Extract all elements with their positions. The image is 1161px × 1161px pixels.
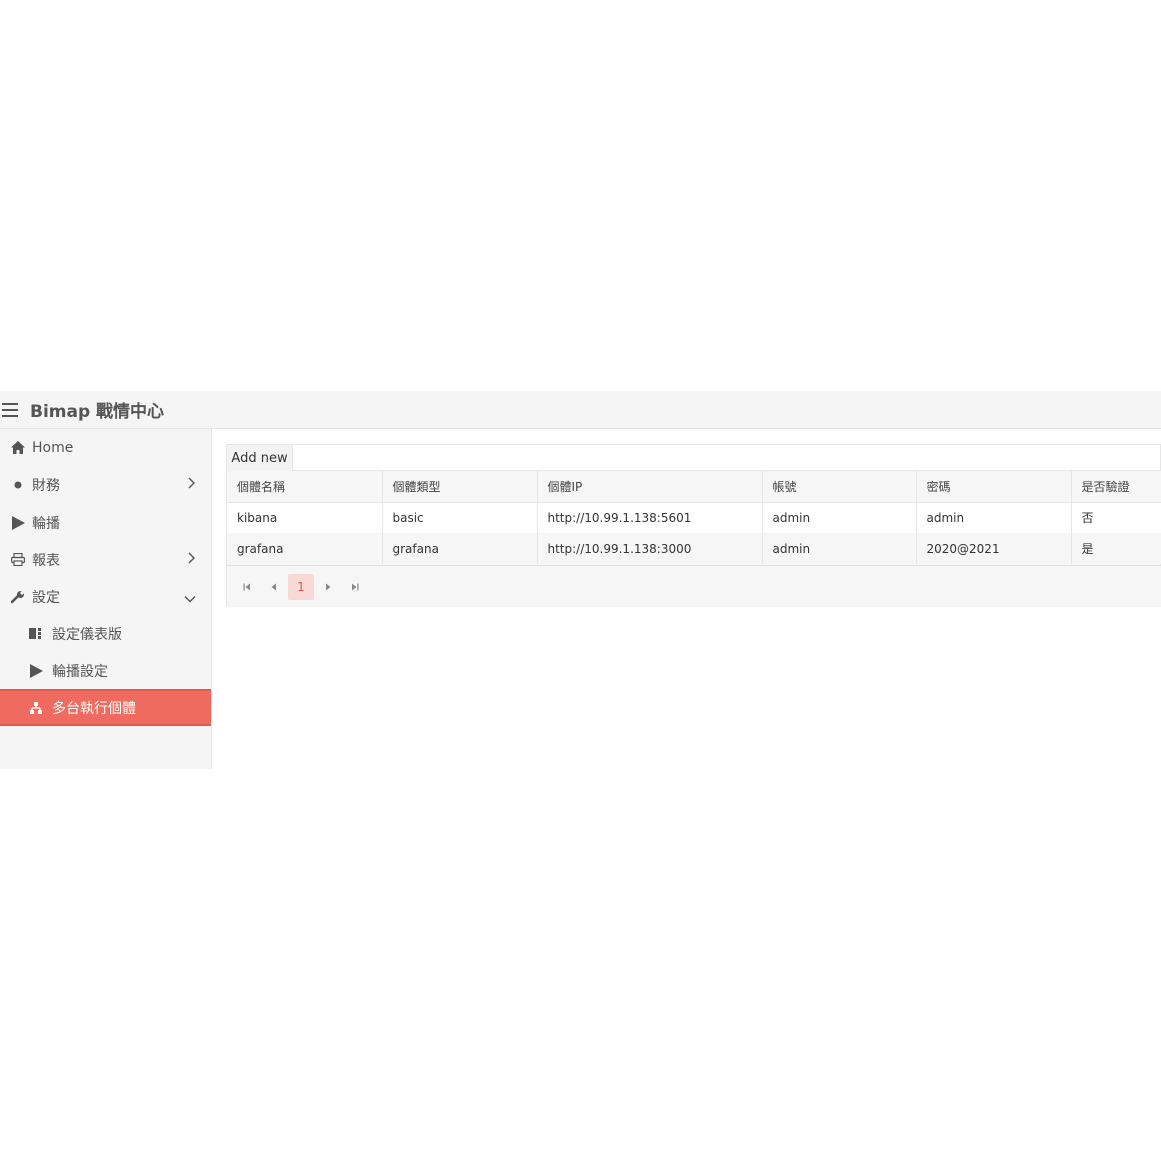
next-page-icon[interactable] [315,574,341,600]
dot-icon [10,481,26,489]
cell-type: basic [382,502,538,533]
sidebar-item-reports[interactable]: 報表 [0,541,211,578]
cell-account: admin [762,502,917,533]
last-page-icon[interactable] [342,574,368,600]
sitemap-icon [28,701,44,714]
wrench-icon [10,590,26,604]
play-icon [28,663,44,678]
cell-account: admin [762,533,917,564]
column-header-account[interactable]: 帳號 [762,471,917,503]
instances-table: 個體名稱 個體類型 個體IP 帳號 密碼 是否驗證 kibana basic h… [227,471,1161,564]
sidebar-item-label: 財務 [32,477,60,494]
cell-name: grafana [227,533,383,564]
sidebar-item-label: 報表 [32,552,60,569]
cell-verified: 否 [1071,502,1161,533]
cell-type: grafana [382,533,538,564]
chevron-right-icon [187,477,195,493]
sidebar-item-home[interactable]: Home [0,429,211,466]
sidebar-item-label: 輪播設定 [52,663,108,680]
home-icon [10,441,26,454]
app-shell: Bimap 戰情中心 Home 財務 輪播 報表 設定 設定儀表版 輪播設定 多… [0,391,1161,769]
cell-password: 2020@2021 [916,533,1072,564]
top-bar: Bimap 戰情中心 [0,391,1161,429]
first-page-icon[interactable] [234,574,260,600]
sidebar-item-instances[interactable]: 多台執行個體 [0,689,211,726]
sidebar-item-label: 設定儀表版 [52,626,122,643]
cell-name: kibana [227,502,383,533]
column-header-type[interactable]: 個體類型 [382,471,538,503]
column-header-ip[interactable]: 個體IP [537,471,763,503]
chevron-down-icon [184,591,196,607]
table-row[interactable]: kibana basic http://10.99.1.138:5601 adm… [227,502,1161,533]
main-content: Add new 個體名稱 個體類型 個體IP 帳號 密碼 是否驗證 kibana… [212,429,1161,769]
cell-ip: http://10.99.1.138:5601 [537,502,763,533]
add-new-button[interactable]: Add new [227,445,293,471]
column-header-name[interactable]: 個體名稱 [227,471,383,503]
sidebar: Home 財務 輪播 報表 設定 設定儀表版 輪播設定 多台執行個體 [0,429,212,769]
grid-toolbar: Add new [227,445,1160,471]
play-icon [10,515,26,530]
cell-ip: http://10.99.1.138:3000 [537,533,763,564]
sidebar-item-label: 設定 [32,589,60,606]
sidebar-item-carousel-settings[interactable]: 輪播設定 [0,652,211,689]
sidebar-item-label: Home [32,439,74,456]
sidebar-item-dashboard-settings[interactable]: 設定儀表版 [0,615,211,652]
page-number-current[interactable]: 1 [288,574,314,600]
instances-grid: Add new 個體名稱 個體類型 個體IP 帳號 密碼 是否驗證 kibana… [226,444,1161,607]
sidebar-item-label: 輪播 [32,515,60,532]
chevron-right-icon [187,552,195,568]
sidebar-item-settings[interactable]: 設定 [0,578,211,615]
column-header-password[interactable]: 密碼 [916,471,1072,503]
dashboard-icon [28,627,44,640]
hamburger-menu-icon[interactable] [2,402,18,417]
sidebar-item-finance[interactable]: 財務 [0,466,211,503]
prev-page-icon[interactable] [261,574,287,600]
app-title: Bimap 戰情中心 [30,402,165,422]
pager: 1 [227,565,1161,607]
printer-icon [10,553,26,566]
column-header-verified[interactable]: 是否驗證 [1071,471,1161,503]
cell-verified: 是 [1071,533,1161,564]
sidebar-item-carousel[interactable]: 輪播 [0,504,211,541]
cell-password: admin [916,502,1072,533]
sidebar-item-label: 多台執行個體 [52,700,136,717]
table-header-row: 個體名稱 個體類型 個體IP 帳號 密碼 是否驗證 [227,471,1161,503]
table-row[interactable]: grafana grafana http://10.99.1.138:3000 … [227,533,1161,564]
